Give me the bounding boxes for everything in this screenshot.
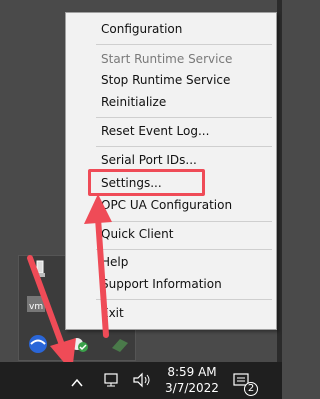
arrow-head-settings [84,194,112,224]
notification-count-badge: 2 [244,382,258,396]
chevron-up-icon[interactable] [70,374,84,393]
clock-date[interactable]: 3/7/2022 [160,381,224,395]
arrow-to-tray-chevron [27,255,65,348]
clock-time[interactable]: 8:59 AM [160,365,224,379]
arrow-to-settings [95,215,109,338]
volume-icon[interactable] [132,372,152,392]
annotation-arrows [27,194,112,372]
network-icon[interactable] [102,372,120,392]
